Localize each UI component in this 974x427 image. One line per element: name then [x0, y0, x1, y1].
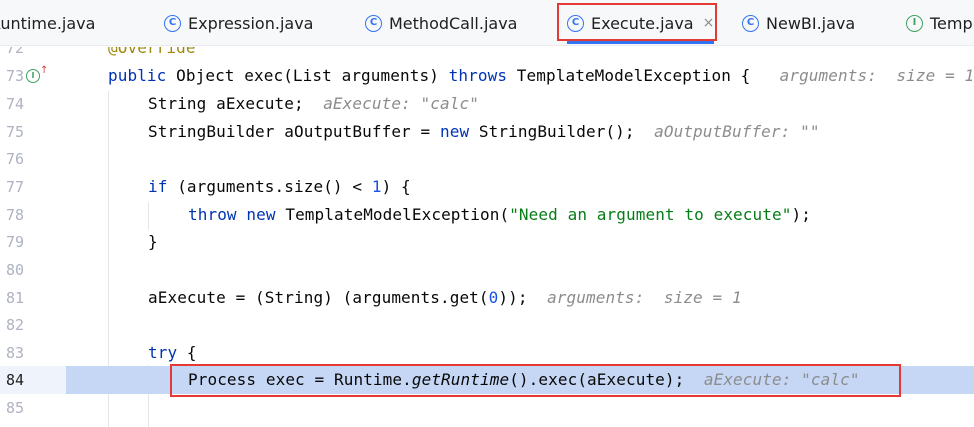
tab-runtime-java[interactable]: Runtime.java: [0, 0, 96, 45]
line-content: if (arguments.size() < 1) {: [148, 177, 411, 196]
line-number: 74: [5, 94, 24, 113]
code-line: 73 I ↑ public Object exec(List arguments)…: [0, 62, 974, 90]
tab-execute-java[interactable]: C Execute.java ×: [567, 0, 715, 45]
line-number: 81: [5, 288, 24, 307]
tab-label: Runtime.java: [0, 13, 96, 33]
tab-label: Expression.java: [188, 13, 314, 33]
line-number: 73: [5, 66, 24, 85]
code-line: 80: [0, 256, 974, 284]
class-icon: C: [164, 14, 181, 32]
line-content: String aExecute; aExecute: "calc": [148, 94, 479, 113]
code-text: StringBuilder();: [469, 122, 635, 142]
code-line: 76: [0, 145, 974, 173]
code-text: Object exec(List arguments): [166, 66, 449, 86]
code-text: String aExecute;: [148, 94, 304, 114]
keyword: try: [148, 343, 178, 363]
line-content: }: [148, 232, 158, 251]
tab-newbi-java[interactable]: C NewBI.java: [742, 0, 856, 45]
active-tab-indicator: [567, 41, 715, 44]
line-number: 79: [5, 232, 24, 251]
keyword: public: [108, 66, 167, 86]
code-line: 72 @Override: [0, 47, 974, 62]
number-literal: 1: [371, 177, 382, 197]
keyword: new: [439, 122, 470, 142]
code-text: }: [148, 232, 158, 252]
inline-debug-hint: aExecute: "calc": [703, 370, 860, 390]
line-number: 77: [5, 177, 24, 196]
tab-expression-java[interactable]: C Expression.java: [164, 0, 314, 45]
code-line: 83 try {: [0, 339, 974, 367]
code-text: ) {: [381, 177, 411, 197]
code-text: TemplateModelException(: [275, 205, 510, 225]
code-line: 81 aExecute = (String) (arguments.get(0)…: [0, 284, 974, 312]
line-content: aExecute = (String) (arguments.get(0)); …: [148, 288, 742, 307]
line-number: 84: [5, 370, 24, 389]
code-text: TemplateModelException {: [507, 66, 751, 86]
tab-template-interface[interactable]: I Temp: [906, 0, 973, 45]
interface-icon: I: [906, 14, 923, 32]
code-line: 77 if (arguments.size() < 1) {: [0, 173, 974, 201]
code-line: 85: [0, 394, 974, 422]
line-content: Process exec = Runtime.getRuntime().exec…: [188, 370, 860, 389]
code-editor[interactable]: 72 @Override 73 I ↑ public Object exec(Li…: [0, 47, 974, 427]
editor-tab-bar: Runtime.java C Expression.java C MethodC…: [0, 0, 974, 46]
code-line: 78 throw new TemplateModelException("Nee…: [0, 201, 974, 229]
inline-debug-hint: arguments: size = 1: [779, 66, 974, 86]
code-text: aExecute = (String) (arguments.get(: [148, 288, 489, 308]
tab-label: NewBI.java: [766, 13, 856, 33]
string-literal: "Need an argument to execute": [509, 205, 792, 225]
class-icon: C: [567, 14, 584, 32]
inline-debug-hint: aExecute: "calc": [323, 94, 479, 114]
code-text: ));: [498, 288, 528, 308]
tab-methodcall-java[interactable]: C MethodCall.java: [365, 0, 518, 45]
code-text: StringBuilder aOutputBuffer =: [148, 122, 440, 142]
code-line: 74 String aExecute; aExecute: "calc": [0, 90, 974, 118]
class-icon: C: [742, 14, 759, 32]
static-method-call: getRuntime: [411, 370, 510, 390]
tab-label: MethodCall.java: [389, 13, 518, 33]
code-line: 79 }: [0, 228, 974, 256]
inline-debug-hint: aOutputBuffer: "": [654, 122, 820, 142]
line-number: 83: [5, 343, 24, 362]
inline-debug-hint: arguments: size = 1: [547, 288, 742, 308]
keyword: if: [148, 177, 168, 197]
close-icon[interactable]: ×: [703, 15, 715, 31]
class-icon: C: [365, 14, 382, 32]
line-number: 72: [5, 47, 24, 57]
tab-label: Temp: [930, 13, 973, 33]
line-number: 82: [5, 315, 24, 334]
code-text: ().exec(aExecute);: [509, 370, 685, 390]
current-code-line: 84 Process exec = Runtime.getRuntime().e…: [0, 366, 974, 394]
line-number: 85: [5, 398, 24, 417]
number-literal: 0: [488, 288, 499, 308]
code-line: 82: [0, 311, 974, 339]
line-content: public Object exec(List arguments) throw…: [108, 66, 974, 85]
code-text: {: [177, 343, 197, 363]
keyword: throws: [448, 66, 508, 86]
line-content: throw new TemplateModelException("Need a…: [188, 205, 811, 224]
line-number: 76: [5, 149, 24, 168]
line-number: 75: [5, 122, 24, 141]
line-content: StringBuilder aOutputBuffer = new String…: [148, 122, 820, 141]
implements-method-gutter-icon[interactable]: I ↑: [26, 65, 48, 83]
keyword: throw: [188, 205, 237, 225]
line-content: @Override: [108, 47, 196, 57]
code-text: (arguments.size() <: [167, 177, 372, 197]
code-text: );: [791, 205, 811, 225]
line-number: 78: [5, 205, 24, 224]
keyword: new: [246, 205, 276, 225]
annotation: @Override: [108, 47, 196, 58]
code-text: Process exec = Runtime.: [188, 370, 412, 390]
code-line: 75 StringBuilder aOutputBuffer = new Str…: [0, 118, 974, 146]
tab-label: Execute.java: [591, 13, 694, 33]
line-number: 80: [5, 260, 24, 279]
line-content: try {: [148, 343, 197, 362]
